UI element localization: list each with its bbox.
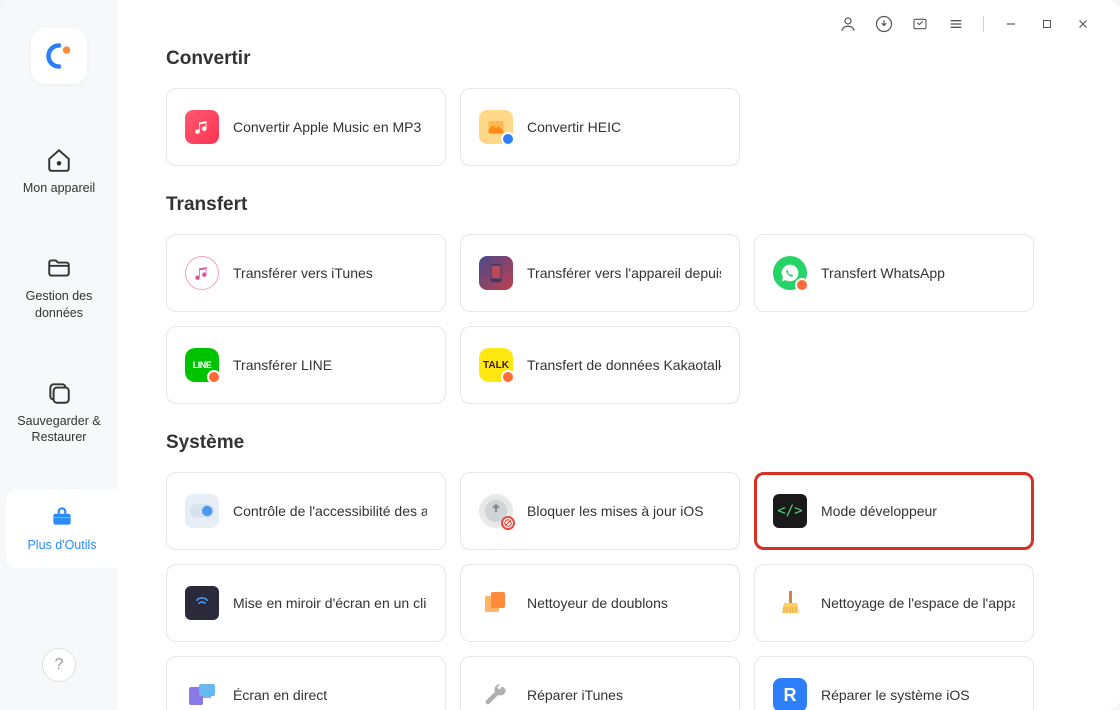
card-label: Nettoyage de l'espace de l'appare xyxy=(821,595,1015,611)
card-label: Mise en miroir d'écran en un clic v xyxy=(233,595,427,611)
card-transfer-from-itunes[interactable]: Transférer vers l'appareil depuis iT xyxy=(460,234,740,312)
main-content: Convertir Convertir Apple Music en MP3 C… xyxy=(118,0,1120,710)
card-label: Transfert WhatsApp xyxy=(821,265,945,281)
card-convert-heic[interactable]: Convertir HEIC xyxy=(460,88,740,166)
card-accessibility[interactable]: Contrôle de l'accessibilité des app xyxy=(166,472,446,550)
repair-ios-icon: R xyxy=(773,678,807,710)
section-title: Système xyxy=(166,432,1080,454)
card-label: Transférer vers iTunes xyxy=(233,265,373,281)
mirror-icon xyxy=(185,586,219,620)
app-logo xyxy=(31,28,87,84)
card-label: Réparer iTunes xyxy=(527,687,623,703)
toolbox-icon xyxy=(48,503,76,531)
block-icon xyxy=(479,494,513,528)
card-label: Écran en direct xyxy=(233,687,327,703)
sidebar-item-data[interactable]: Gestion des données xyxy=(0,240,118,335)
card-repair-itunes[interactable]: Réparer iTunes xyxy=(460,656,740,710)
feedback-icon[interactable] xyxy=(911,15,929,33)
duplicate-icon xyxy=(479,586,513,620)
sidebar-item-tools[interactable]: Plus d'Outils xyxy=(6,489,118,567)
sidebar-item-backup[interactable]: Sauvegarder & Restaurer xyxy=(0,365,118,460)
section-title: Transfert xyxy=(166,194,1080,216)
card-convert-apple-music[interactable]: Convertir Apple Music en MP3 xyxy=(166,88,446,166)
app-window: Mon appareil Gestion des données Sauvega… xyxy=(0,0,1120,710)
broom-icon xyxy=(773,586,807,620)
card-grid: Convertir Apple Music en MP3 Convertir H… xyxy=(166,88,1080,166)
titlebar-divider xyxy=(983,16,984,32)
card-label: Transférer vers l'appareil depuis iT xyxy=(527,265,721,281)
card-label: Transférer LINE xyxy=(233,357,332,373)
card-label: Bloquer les mises à jour iOS xyxy=(527,503,704,519)
card-label: Convertir Apple Music en MP3 xyxy=(233,119,421,135)
folder-icon xyxy=(45,254,73,282)
card-developer-mode[interactable]: </> Mode développeur xyxy=(754,472,1034,550)
download-icon[interactable] xyxy=(875,15,893,33)
sidebar-item-device[interactable]: Mon appareil xyxy=(0,132,118,210)
itunes-icon xyxy=(185,256,219,290)
menu-icon[interactable] xyxy=(947,15,965,33)
card-transfer-itunes[interactable]: Transférer vers iTunes xyxy=(166,234,446,312)
sidebar: Mon appareil Gestion des données Sauvega… xyxy=(0,0,118,710)
close-icon[interactable] xyxy=(1074,15,1092,33)
home-icon xyxy=(45,146,73,174)
card-storage-cleaner[interactable]: Nettoyage de l'espace de l'appare xyxy=(754,564,1034,642)
section-convert: Convertir Convertir Apple Music en MP3 C… xyxy=(166,48,1080,166)
heic-icon xyxy=(479,110,513,144)
whatsapp-icon xyxy=(773,256,807,290)
maximize-icon[interactable] xyxy=(1038,15,1056,33)
card-grid: Transférer vers iTunes Transférer vers l… xyxy=(166,234,1080,404)
section-system: Système Contrôle de l'accessibilité des … xyxy=(166,432,1080,710)
backup-icon xyxy=(45,379,73,407)
card-transfer-kakao[interactable]: TALK Transfert de données Kakaotalk xyxy=(460,326,740,404)
section-transfer: Transfert Transférer vers iTunes Transfé… xyxy=(166,194,1080,404)
card-duplicate-cleaner[interactable]: Nettoyeur de doublons xyxy=(460,564,740,642)
card-transfer-whatsapp[interactable]: Transfert WhatsApp xyxy=(754,234,1034,312)
section-title: Convertir xyxy=(166,48,1080,70)
card-block-updates[interactable]: Bloquer les mises à jour iOS xyxy=(460,472,740,550)
card-label: Contrôle de l'accessibilité des app xyxy=(233,503,427,519)
wrench-icon xyxy=(479,678,513,710)
help-button[interactable]: ? xyxy=(42,648,76,682)
account-icon[interactable] xyxy=(839,15,857,33)
sidebar-item-label: Plus d'Outils xyxy=(27,537,96,553)
sidebar-item-label: Mon appareil xyxy=(23,180,95,196)
apple-music-icon xyxy=(185,110,219,144)
card-label: Nettoyeur de doublons xyxy=(527,595,668,611)
card-transfer-line[interactable]: LINE Transférer LINE xyxy=(166,326,446,404)
live-screen-icon xyxy=(185,678,219,710)
sidebar-item-label: Sauvegarder & Restaurer xyxy=(6,413,112,446)
card-repair-ios[interactable]: R Réparer le système iOS xyxy=(754,656,1034,710)
kakao-icon: TALK xyxy=(479,348,513,382)
card-label: Réparer le système iOS xyxy=(821,687,970,703)
phone-icon xyxy=(479,256,513,290)
line-icon: LINE xyxy=(185,348,219,382)
developer-icon: </> xyxy=(773,494,807,528)
card-live-screen[interactable]: Écran en direct xyxy=(166,656,446,710)
accessibility-icon xyxy=(185,494,219,528)
minimize-icon[interactable] xyxy=(1002,15,1020,33)
sidebar-item-label: Gestion des données xyxy=(6,288,112,321)
card-label: Mode développeur xyxy=(821,503,937,519)
card-label: Convertir HEIC xyxy=(527,119,621,135)
card-screen-mirror[interactable]: Mise en miroir d'écran en un clic v xyxy=(166,564,446,642)
titlebar xyxy=(811,0,1120,48)
card-grid: Contrôle de l'accessibilité des app Bloq… xyxy=(166,472,1080,710)
card-label: Transfert de données Kakaotalk xyxy=(527,357,721,373)
